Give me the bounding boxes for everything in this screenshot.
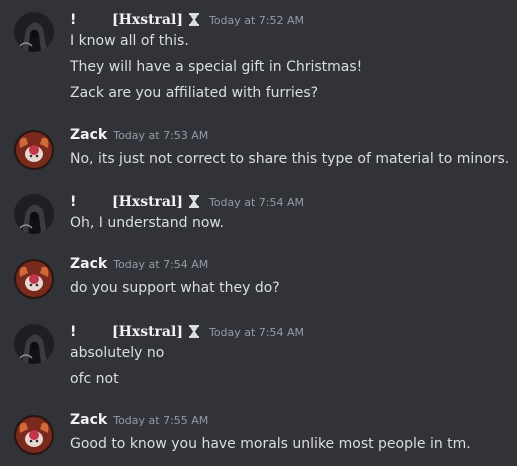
message-header: Zack Today at 7:54 AM (70, 256, 208, 276)
author-prefix[interactable]: ! (70, 324, 112, 340)
message-header: ! [Hxstral] Today at 7:52 AM (70, 9, 304, 29)
red-character-icon (14, 415, 54, 455)
avatar[interactable] (14, 130, 54, 170)
author-name[interactable]: Zack (70, 412, 107, 428)
timestamp: Today at 7:53 AM (113, 129, 209, 142)
avatar[interactable] (14, 415, 54, 455)
message-header: ! [Hxstral] Today at 7:54 AM (70, 321, 304, 341)
message-text: No, its just not correct to share this t… (70, 151, 510, 167)
timestamp: Today at 7:55 AM (113, 414, 209, 427)
message-text: I know all of this. (70, 33, 189, 49)
timestamp: Today at 7:52 AM (208, 14, 305, 27)
timestamp: Today at 7:54 AM (208, 326, 305, 339)
message-text: They will have a special gift in Christm… (70, 59, 363, 75)
message-text: Zack are you affiliated with furries? (70, 85, 319, 101)
hourglass-icon (188, 323, 203, 342)
timestamp: Today at 7:54 AM (208, 196, 305, 209)
message-header: ! [Hxstral] Today at 7:54 AM (70, 191, 304, 211)
hourglass-icon (188, 11, 203, 30)
avatar[interactable] (14, 324, 54, 364)
timestamp: Today at 7:54 AM (113, 258, 209, 271)
message-text: do you support what they do? (70, 280, 280, 296)
message-text: Good to know you have morals unlike most… (70, 436, 471, 452)
author-name[interactable]: [Hxstral] (112, 324, 183, 340)
hourglass-icon (188, 193, 203, 212)
red-character-icon (14, 259, 54, 299)
message-text: absolutely no (70, 345, 165, 361)
avatar[interactable] (14, 194, 54, 234)
message-header: Zack Today at 7:55 AM (70, 412, 208, 432)
message-text: ofc not (70, 371, 119, 387)
author-name[interactable]: [Hxstral] (112, 194, 183, 210)
message-text: Oh, I understand now. (70, 215, 224, 231)
author-name[interactable]: Zack (70, 127, 107, 143)
author-name[interactable]: Zack (70, 256, 107, 272)
author-prefix[interactable]: ! (70, 12, 112, 28)
red-character-icon (14, 130, 54, 170)
avatar[interactable] (14, 12, 54, 52)
message-header: Zack Today at 7:53 AM (70, 127, 208, 147)
author-prefix[interactable]: ! (70, 194, 112, 210)
hooded-figure-icon (14, 324, 54, 364)
hooded-figure-icon (14, 194, 54, 234)
hooded-figure-icon (14, 12, 54, 52)
avatar[interactable] (14, 259, 54, 299)
author-name[interactable]: [Hxstral] (112, 12, 183, 28)
